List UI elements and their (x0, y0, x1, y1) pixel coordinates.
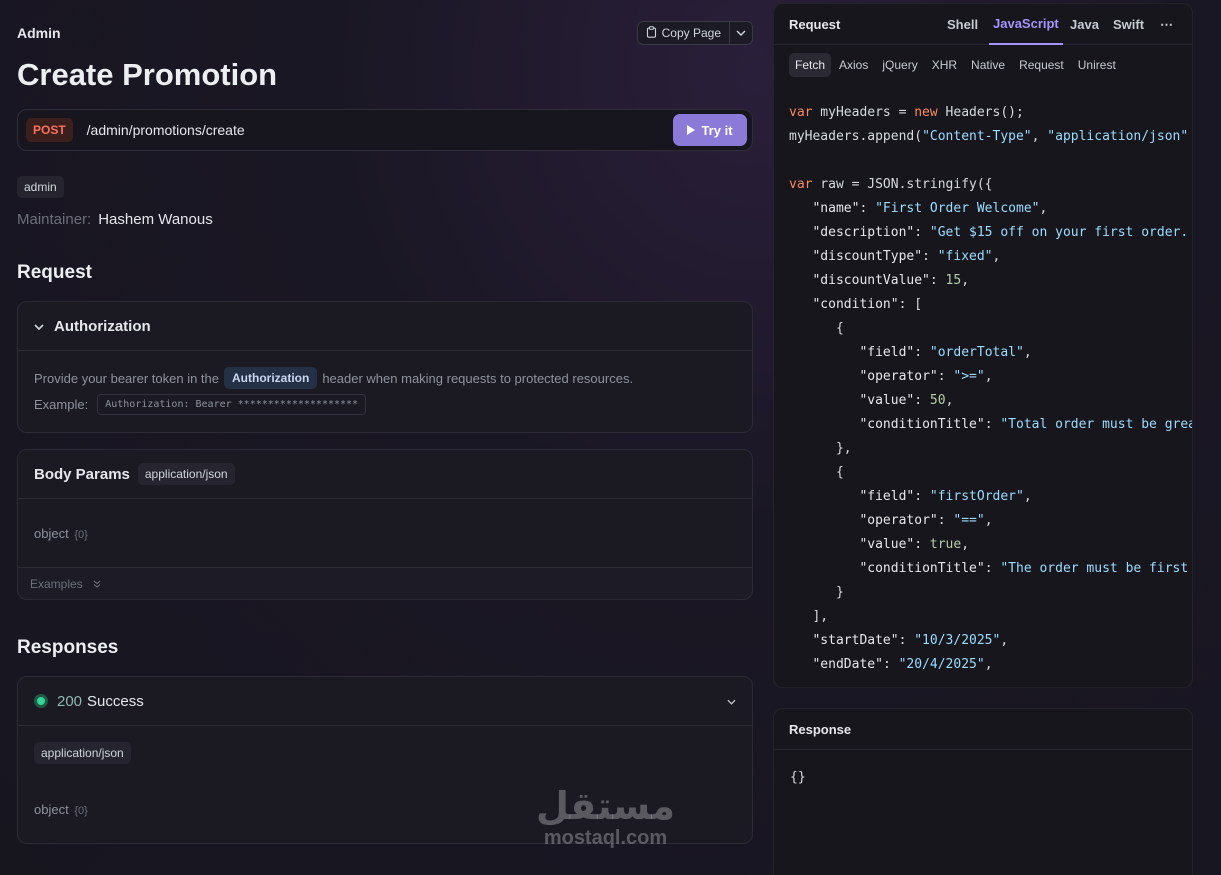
authorization-example: Example: Authorization: Bearer *********… (34, 392, 736, 416)
response-200-toggle[interactable]: 200 Success (18, 677, 752, 726)
object-type: object {0} (34, 526, 88, 541)
watermark-arabic: مستقل (536, 784, 675, 828)
endpoint-path: /admin/promotions/create (86, 122, 245, 138)
request-heading: Request (17, 262, 92, 283)
play-icon (687, 123, 696, 138)
authorization-description: Provide your bearer token in the Authori… (34, 366, 736, 390)
authorization-body: Provide your bearer token in the Authori… (18, 351, 752, 431)
subtab-unirest[interactable]: Unirest (1072, 53, 1122, 77)
response-panel-title: Response (774, 709, 1192, 750)
method-badge: POST (26, 118, 73, 142)
double-chevron-down-icon (93, 577, 101, 591)
watermark-logo: مستقل mostaql.com (536, 786, 675, 850)
subtab-fetch[interactable]: Fetch (789, 53, 832, 77)
auth-text-after: header when making requests to protected… (322, 370, 634, 386)
response-panel-body: {} (790, 770, 806, 785)
page-title: Create Promotion (17, 57, 278, 92)
clipboard-icon (646, 25, 657, 41)
response-status: 200 Success (34, 693, 144, 710)
status-text: Success (87, 692, 144, 710)
subtab-request[interactable]: Request (1013, 53, 1070, 77)
tag-badge[interactable]: admin (17, 176, 64, 198)
response-object-label: object (34, 802, 69, 817)
subtab-jquery[interactable]: jQuery (876, 53, 923, 77)
response-panel: Response {} (773, 708, 1193, 875)
example-label: Example: (34, 396, 89, 412)
subtab-native[interactable]: Native (965, 53, 1011, 77)
body-params-schema: object {0} (18, 499, 752, 567)
auth-text-before: Provide your bearer token in the (34, 370, 219, 386)
responses-heading: Responses (17, 637, 119, 658)
examples-toggle[interactable]: Examples (18, 567, 752, 599)
authorization-toggle[interactable]: Authorization (18, 302, 752, 351)
copy-page-label: Copy Page (661, 26, 721, 40)
response-content-type: application/json (34, 742, 131, 764)
examples-label: Examples (30, 576, 83, 591)
maintainer-name: Hashem Wanous (98, 211, 213, 228)
object-label: object (34, 525, 69, 541)
tab-swift[interactable]: Swift (1113, 4, 1144, 45)
response-object-count: {0} (74, 805, 88, 817)
authorization-header-pill: Authorization (224, 367, 318, 389)
copy-options-dropdown[interactable] (730, 22, 752, 44)
example-value: Authorization: Bearer ******************… (97, 393, 367, 415)
watermark-latin: mostaql.com (543, 827, 668, 849)
subtab-xhr[interactable]: XHR (926, 53, 963, 77)
body-params-header: Body Params application/json (18, 450, 752, 499)
endpoint-bar: POST /admin/promotions/create Try it (17, 109, 753, 151)
tab-java[interactable]: Java (1070, 4, 1099, 45)
code-panel-title: Request (789, 16, 841, 32)
body-params-title: Body Params (34, 465, 130, 483)
subtab-axios[interactable]: Axios (833, 53, 874, 77)
tab-javascript[interactable]: JavaScript (989, 4, 1063, 45)
code-sample-panel: Request Shell JavaScript Java Swift ⋯ Fe… (773, 3, 1193, 688)
chevron-down-icon (736, 28, 746, 39)
authorization-card: Authorization Provide your bearer token … (17, 301, 753, 433)
status-code: 200 (57, 692, 83, 710)
content-type-badge: application/json (137, 463, 235, 485)
more-options-icon[interactable]: ⋯ (1160, 4, 1173, 45)
try-it-label: Try it (701, 122, 733, 138)
try-it-button[interactable]: Try it (673, 114, 747, 146)
code-panel-header: Request Shell JavaScript Java Swift ⋯ (774, 4, 1192, 45)
breadcrumb[interactable]: Admin (17, 25, 61, 41)
status-dot-icon (34, 694, 48, 708)
code-block[interactable]: var myHeaders = new Headers(); myHeaders… (774, 85, 1192, 677)
copy-page-button[interactable]: Copy Page (638, 22, 730, 44)
object-count: {0} (74, 528, 88, 541)
copy-page-group: Copy Page (636, 21, 753, 45)
maintainer-label: Maintainer: (17, 211, 92, 228)
client-subtabs: Fetch Axios jQuery XHR Native Request Un… (774, 45, 1192, 85)
chevron-down-icon (34, 317, 44, 335)
maintainer: Maintainer: Hashem Wanous (17, 211, 213, 228)
tab-shell[interactable]: Shell (947, 4, 978, 45)
authorization-title: Authorization (54, 317, 151, 335)
chevron-down-icon (727, 692, 736, 710)
body-params-card: Body Params application/json object {0} … (17, 449, 753, 600)
